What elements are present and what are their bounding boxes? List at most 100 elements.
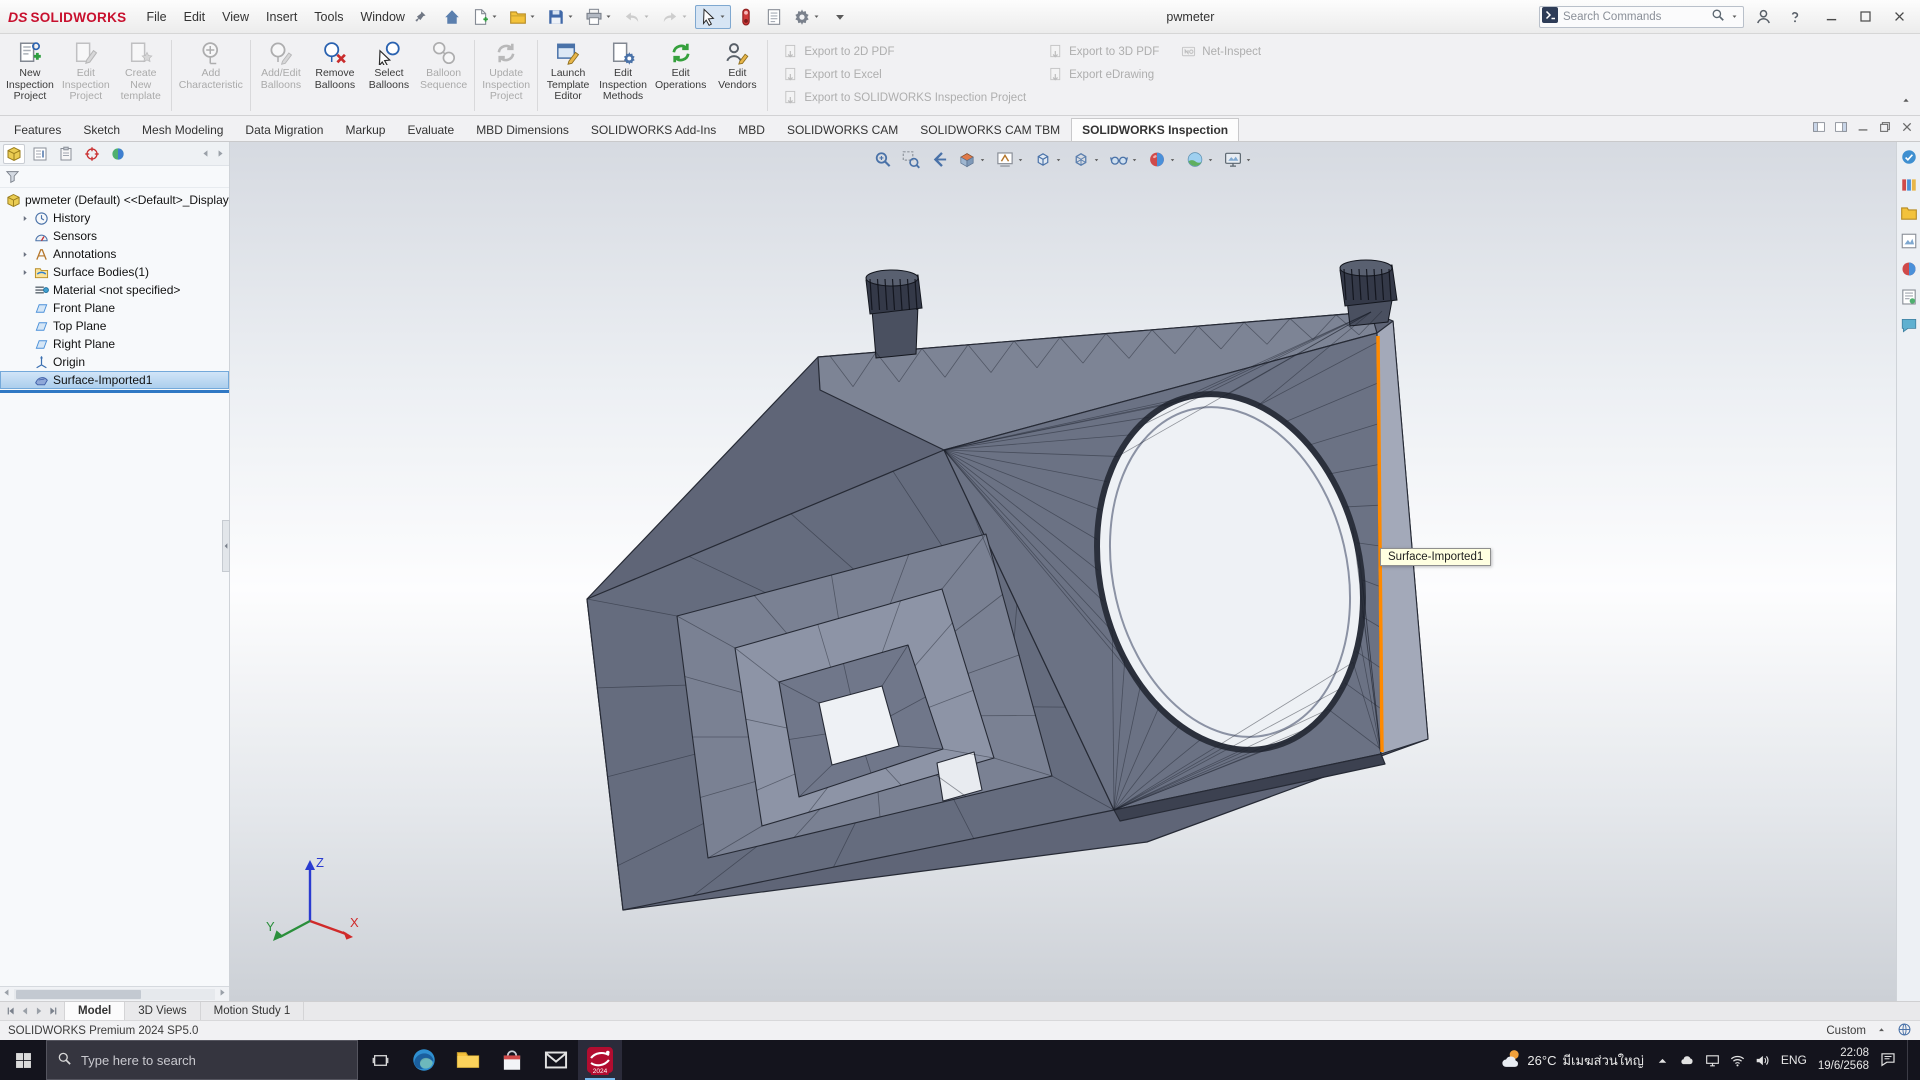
- rebuild-button[interactable]: [733, 5, 759, 29]
- scrollbar-track[interactable]: [14, 989, 215, 1000]
- store-button[interactable]: [490, 1040, 534, 1080]
- tree-root[interactable]: pwmeter (Default) <<Default>_Display: [0, 191, 229, 209]
- annotation-views-button[interactable]: [993, 148, 1028, 171]
- menu-view[interactable]: View: [214, 6, 257, 28]
- volume-icon[interactable]: [1755, 1053, 1770, 1068]
- scroll-right-button[interactable]: [217, 987, 228, 1001]
- search-mag-slot[interactable]: [1711, 8, 1725, 25]
- nav-last-icon[interactable]: [47, 1005, 59, 1017]
- search-icon[interactable]: [1711, 8, 1725, 22]
- language-indicator[interactable]: ENG: [1781, 1053, 1807, 1067]
- ribbon-edit-operations[interactable]: Edit Operations: [651, 36, 710, 115]
- view-orientation-button[interactable]: [1031, 148, 1066, 171]
- tab-evaluate[interactable]: Evaluate: [396, 118, 465, 141]
- nav-prev-icon[interactable]: [19, 1005, 31, 1017]
- close-button[interactable]: [1882, 4, 1916, 30]
- file-properties-button[interactable]: [761, 5, 787, 29]
- search-caret-slot[interactable]: [1730, 10, 1739, 24]
- print-button[interactable]: [581, 5, 617, 29]
- units-selector[interactable]: Custom: [1826, 1025, 1866, 1037]
- tab-mbd-dimensions[interactable]: MBD Dimensions: [465, 118, 580, 141]
- panel-horizontal-scrollbar[interactable]: [0, 986, 229, 1001]
- part-tab[interactable]: [3, 144, 25, 164]
- tree-item-history[interactable]: History: [0, 209, 229, 227]
- design-library-button[interactable]: [1899, 175, 1919, 195]
- doc-restore-icon[interactable]: [1878, 120, 1892, 134]
- panel-splitter-grip[interactable]: [222, 520, 230, 572]
- nav-next-icon[interactable]: [33, 1005, 45, 1017]
- ribbon-collapse-button[interactable]: [1900, 94, 1912, 109]
- apply-scene-button[interactable]: [1183, 148, 1218, 171]
- scroll-left-button[interactable]: [1, 987, 12, 1001]
- wifi-icon[interactable]: [1730, 1053, 1745, 1068]
- clock[interactable]: 22:08 19/6/2568: [1818, 1047, 1869, 1073]
- doc-close-icon[interactable]: [1900, 120, 1914, 134]
- expand-arrow-icon[interactable]: [20, 250, 30, 259]
- select-cursor-button[interactable]: [695, 5, 731, 29]
- appearances-scenes-button[interactable]: [1899, 259, 1919, 279]
- filter-funnel-icon[interactable]: [5, 169, 20, 184]
- tab-features[interactable]: Features: [3, 118, 72, 141]
- nav-next-icon[interactable]: [217, 987, 228, 998]
- tree-item-origin[interactable]: Origin: [0, 353, 229, 371]
- show-desktop-button[interactable]: [1907, 1040, 1912, 1080]
- tab-solidworks-cam[interactable]: SOLIDWORKS CAM: [776, 118, 909, 141]
- tree-item-right-plane[interactable]: Right Plane: [0, 335, 229, 353]
- maximize-button[interactable]: [1848, 4, 1882, 30]
- view-settings-button[interactable]: [1221, 148, 1256, 171]
- mail-button[interactable]: [534, 1040, 578, 1080]
- scrollbar-thumb[interactable]: [16, 990, 141, 999]
- pane-left-icon[interactable]: [1812, 120, 1826, 134]
- section-view-button[interactable]: [955, 148, 990, 171]
- rollback-bar[interactable]: [0, 390, 229, 393]
- menu-window[interactable]: Window: [352, 6, 412, 28]
- globe-status-icon[interactable]: [1897, 1022, 1912, 1037]
- tree-filter-row[interactable]: [0, 166, 229, 188]
- 3d-model-mesh[interactable]: [230, 142, 1896, 1001]
- account-button[interactable]: [1750, 5, 1776, 29]
- units-caret-slot[interactable]: [1876, 1024, 1887, 1038]
- pane-right-icon[interactable]: [1834, 120, 1848, 134]
- tab-mbd[interactable]: MBD: [727, 118, 776, 141]
- usb-monitor-icon[interactable]: [1705, 1053, 1720, 1068]
- onedrive-cloud-icon[interactable]: [1680, 1053, 1695, 1068]
- weather-widget[interactable]: 26°C มีเมฆส่วนใหญ่: [1500, 1048, 1643, 1072]
- tab-mesh-modeling[interactable]: Mesh Modeling: [131, 118, 234, 141]
- dimxpertmanager-tab[interactable]: [81, 144, 103, 164]
- nav-prev-icon[interactable]: [200, 148, 211, 159]
- document-tab-motion-study-1[interactable]: Motion Study 1: [201, 1002, 305, 1020]
- save-button[interactable]: [543, 5, 579, 29]
- hide-show-items-button[interactable]: [1107, 148, 1142, 171]
- ribbon-launch-template-editor[interactable]: Launch Template Editor: [541, 36, 595, 115]
- menu-tools[interactable]: Tools: [306, 6, 351, 28]
- minimize-button[interactable]: [1814, 4, 1848, 30]
- tree-item-annotations[interactable]: Annotations: [0, 245, 229, 263]
- action-center-button[interactable]: [1880, 1051, 1896, 1070]
- caret-down-icon[interactable]: [1730, 12, 1739, 21]
- caret-up-icon[interactable]: [1876, 1024, 1887, 1035]
- new-document-button[interactable]: [467, 5, 503, 29]
- nav-next-icon[interactable]: [215, 148, 226, 159]
- home-button[interactable]: [439, 5, 465, 29]
- edit-appearance-button[interactable]: [1145, 148, 1180, 171]
- tree-item-surface-imported1[interactable]: Surface-Imported1: [0, 371, 229, 389]
- menu-insert[interactable]: Insert: [258, 6, 305, 28]
- tab-sketch[interactable]: Sketch: [72, 118, 131, 141]
- configurationmanager-tab[interactable]: [55, 144, 77, 164]
- help-button[interactable]: [1782, 5, 1808, 29]
- sw-resources-button[interactable]: [1899, 147, 1919, 167]
- ribbon-select-balloons[interactable]: Select Balloons: [362, 36, 416, 115]
- caret-up-icon[interactable]: [1900, 94, 1912, 106]
- tab-data-migration[interactable]: Data Migration: [234, 118, 334, 141]
- command-search-box[interactable]: Search Commands: [1539, 6, 1744, 28]
- tree-item-sensors[interactable]: Sensors: [0, 227, 229, 245]
- task-view-button[interactable]: [358, 1040, 402, 1080]
- ribbon-edit-inspection-methods[interactable]: Edit Inspection Methods: [595, 36, 651, 115]
- file-explorer-pane-button[interactable]: [1899, 203, 1919, 223]
- ribbon-new-inspection-project[interactable]: New Inspection Project: [2, 36, 58, 115]
- status-globe-slot[interactable]: [1897, 1022, 1912, 1040]
- tab-solidworks-add-ins[interactable]: SOLIDWORKS Add-Ins: [580, 118, 727, 141]
- tree-item-surface-bodies-1[interactable]: Surface Bodies(1): [0, 263, 229, 281]
- menu-file[interactable]: File: [138, 6, 174, 28]
- previous-view-button[interactable]: [927, 148, 952, 171]
